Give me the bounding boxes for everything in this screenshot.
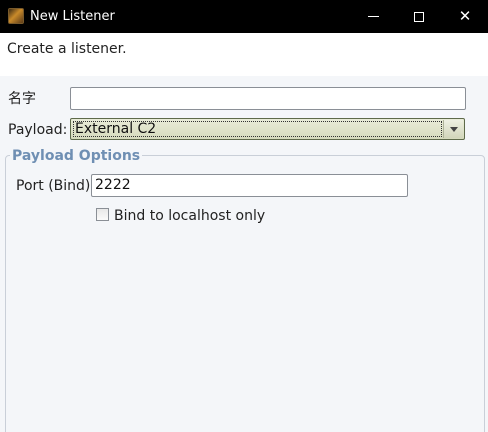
name-label: 名字 <box>8 91 36 107</box>
bind-localhost-checkbox[interactable] <box>96 208 109 221</box>
payload-options-title: Payload Options <box>10 147 143 165</box>
description-area: Create a listener. <box>0 33 488 76</box>
chevron-down-icon <box>449 126 458 132</box>
close-button[interactable]: ✕ <box>442 0 488 33</box>
maximize-icon <box>414 11 424 22</box>
window-title: New Listener <box>30 9 115 24</box>
close-icon: ✕ <box>458 7 472 25</box>
dropdown-arrow-button[interactable] <box>443 120 463 138</box>
app-icon <box>8 8 24 24</box>
payload-dropdown[interactable]: External C2 <box>70 118 465 140</box>
payload-selected-value: External C2 <box>75 121 157 137</box>
minimize-button[interactable] <box>350 0 396 33</box>
maximize-button[interactable] <box>396 0 442 33</box>
bind-localhost-label[interactable]: Bind to localhost only <box>114 207 265 225</box>
port-input[interactable]: 2222 <box>91 174 408 197</box>
dialog-description: Create a listener. <box>7 41 127 57</box>
payload-label: Payload: <box>8 122 68 138</box>
title-bar[interactable]: New Listener ✕ <box>0 0 488 33</box>
name-input[interactable] <box>70 87 466 110</box>
port-label: Port (Bind): <box>16 178 96 194</box>
new-listener-dialog: New Listener ✕ Create a listener. 名字 Pay… <box>0 0 488 432</box>
minimize-icon <box>367 16 379 17</box>
